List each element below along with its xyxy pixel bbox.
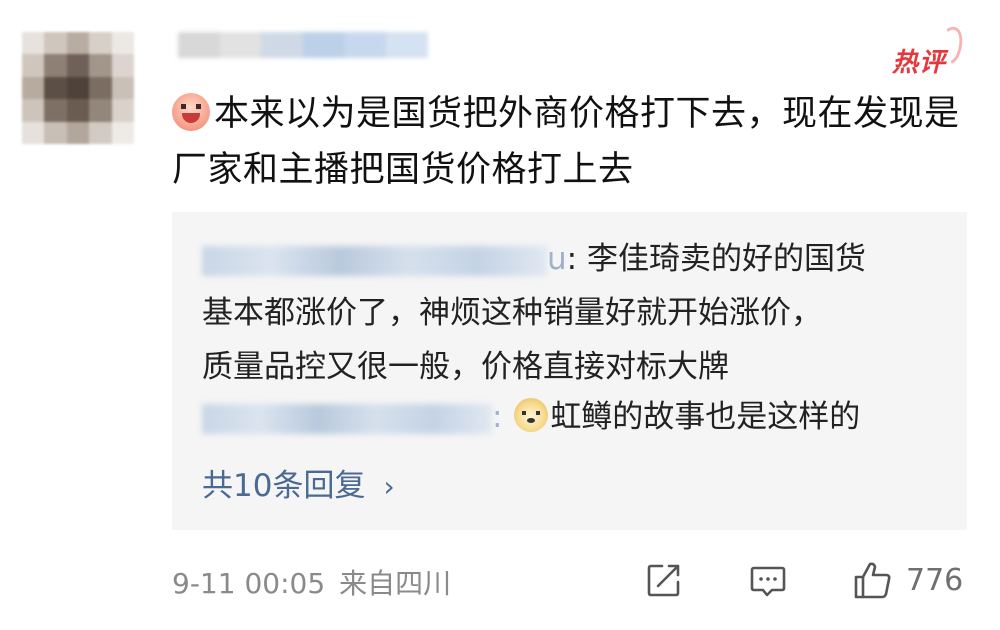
reply-item: u: 李佳琦卖的好的国货 [202,232,866,286]
like-button[interactable]: 776 [852,560,963,600]
doge-emoji-icon [514,398,549,432]
reply-item: : 虹鳟的故事也是这样的 [202,390,860,444]
share-icon [647,564,680,597]
avatar[interactable] [22,32,134,144]
like-icon [854,562,891,599]
reply-author-blurred[interactable] [202,403,492,434]
like-count: 776 [906,562,964,598]
view-all-replies-link[interactable]: 共10条回复 › [202,460,395,505]
comment-text: 本来以为是国货把外商价格打下去，现在发现是厂家和主播把国货价格打上去 [172,86,972,198]
comment-footer: 9-11 00:05 来自四川 776 [172,560,972,604]
reply-text-line-3: 质量品控又很一般，价格直接对标大牌 [202,349,729,385]
hot-comment-badge: 热评 [888,22,969,80]
username-blurred[interactable] [178,32,429,58]
reply-author-blurred[interactable] [202,245,547,276]
comment-button[interactable] [748,560,788,600]
reply-text-line-1: 李佳琦卖的好的国货 [586,241,866,277]
comment-icon [750,566,786,597]
reply-text-line-2: 基本都涨价了，神烦这种销量好就开始涨价， [202,295,822,331]
view-all-replies-label: 共10条回复 [202,468,366,504]
replies-preview[interactable]: u: 李佳琦卖的好的国货 基本都涨价了，神烦这种销量好就开始涨价， 质量品控又很… [172,212,967,530]
comment-card: 热评 本来以为是国货把外商价格打下去，现在发现是厂家和主播把国货价格打上去 u:… [0,0,1000,630]
comment-location: 来自四川 [339,567,452,600]
comment-body: 本来以为是国货把外商价格打下去，现在发现是厂家和主播把国货价格打上去 [172,94,960,190]
comment-time: 9-11 00:05 [172,567,326,600]
reply-text: 虹鳟的故事也是这样的 [550,399,861,435]
chevron-right-icon: › [383,470,395,503]
comment-meta: 9-11 00:05 来自四川 [172,562,451,602]
share-button[interactable] [644,560,684,600]
reply-author-tail: u [547,241,567,277]
pig-laugh-emoji-icon [172,93,210,131]
reply-separator: : [566,241,578,277]
reply-separator: : [492,399,503,435]
